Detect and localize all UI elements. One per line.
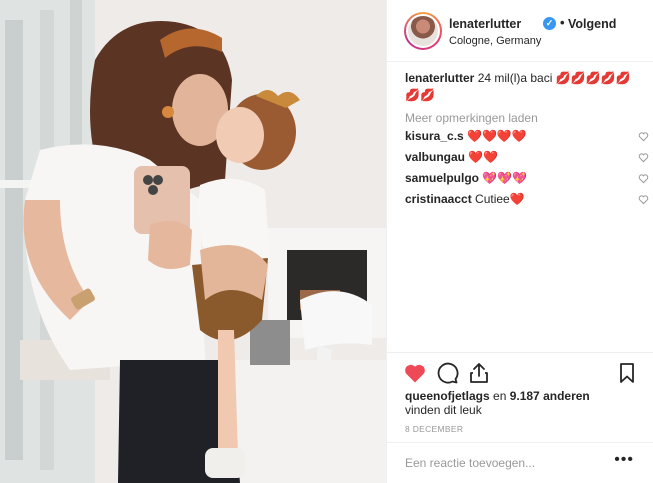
comment-row: kisura_c.s ❤️❤️❤️❤️	[405, 127, 649, 146]
comment-text: ❤️❤️❤️❤️	[463, 129, 527, 143]
likes-count-link[interactable]: 9.187 anderen	[510, 389, 590, 403]
comment-row: samuelpulgo 💖💖💖	[405, 169, 649, 188]
comment-row: valbungau ❤️❤️	[405, 148, 649, 167]
comment-input[interactable]: Een reactie toevoegen...	[405, 456, 535, 470]
mother-child-mirror-selfie-image	[0, 0, 386, 483]
comment-row: cristinaacct Cutiee❤️	[405, 190, 649, 209]
comment-text: Cutiee❤️	[471, 192, 525, 206]
header-username-link[interactable]: lenaterlutter	[449, 17, 521, 31]
heart-outline-icon[interactable]	[638, 194, 649, 205]
avatar[interactable]	[406, 14, 440, 48]
heart-filled-icon[interactable]	[403, 361, 427, 385]
comment-username-link[interactable]: cristinaacct	[405, 192, 472, 206]
likes-summary: queenofjetlags en 9.187 anderen vinden d…	[405, 389, 645, 417]
instagram-post: lenaterlutter ✓ • Volgend Cologne, Germa…	[0, 0, 653, 483]
more-options-button[interactable]: •••	[614, 451, 634, 469]
heart-outline-icon[interactable]	[638, 131, 649, 142]
comments-list: lenaterlutter 24 mil(l)a baci 💋💋💋💋💋💋💋 Me…	[405, 70, 649, 209]
comment-username-link[interactable]: valbungau	[405, 150, 465, 164]
comment-text: 💖💖💖	[479, 171, 528, 185]
post-sidebar: lenaterlutter ✓ • Volgend Cologne, Germa…	[386, 0, 653, 483]
avatar-story-ring[interactable]	[404, 12, 442, 50]
post-header: lenaterlutter ✓ • Volgend Cologne, Germa…	[387, 0, 653, 62]
add-comment-bar: Een reactie toevoegen... •••	[387, 442, 653, 482]
share-icon[interactable]	[467, 361, 491, 385]
likes-user-link[interactable]: queenofjetlags	[405, 389, 490, 403]
load-more-comments-button[interactable]: Meer opmerkingen laden	[405, 111, 645, 125]
following-button[interactable]: Volgend	[568, 17, 616, 31]
location-link[interactable]: Cologne, Germany	[449, 35, 541, 47]
likes-connector: en	[489, 389, 510, 403]
comment-text: ❤️❤️	[465, 150, 499, 164]
header-separator: •	[560, 15, 565, 30]
post-caption: lenaterlutter 24 mil(l)a baci 💋💋💋💋💋💋💋	[405, 70, 645, 104]
heart-outline-icon[interactable]	[638, 173, 649, 184]
post-actions: queenofjetlags en 9.187 anderen vinden d…	[387, 352, 653, 482]
caption-username-link[interactable]: lenaterlutter	[405, 71, 474, 85]
verified-icon: ✓	[543, 17, 556, 30]
post-photo[interactable]	[0, 0, 386, 483]
likes-suffix: vinden dit leuk	[405, 403, 482, 417]
comment-username-link[interactable]: samuelpulgo	[405, 171, 479, 185]
post-date[interactable]: 8 DECEMBER	[405, 424, 463, 434]
heart-outline-icon[interactable]	[638, 152, 649, 163]
bookmark-icon[interactable]	[615, 361, 639, 385]
comment-username-link[interactable]: kisura_c.s	[405, 129, 464, 143]
comment-icon[interactable]	[435, 361, 459, 385]
